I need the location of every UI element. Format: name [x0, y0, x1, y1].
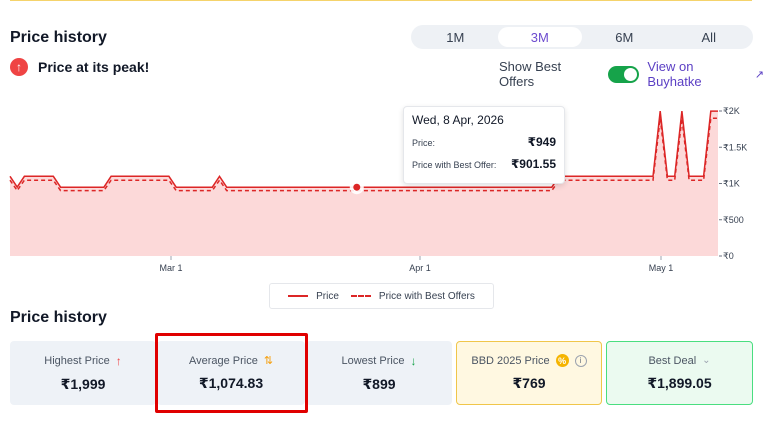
average-price-value: ₹1,074.83 [198, 375, 264, 391]
range-1m-button[interactable]: 1M [413, 27, 498, 47]
legend-price-label: Price [316, 290, 339, 302]
best-offers-toggle[interactable] [607, 65, 640, 83]
y-tick-label: ₹500 [723, 215, 744, 225]
lowest-price-label-row: Lowest Price ↓ [342, 354, 417, 368]
toggle-knob [624, 67, 638, 81]
lowest-price-card: Lowest Price ↓ ₹899 [306, 341, 452, 405]
tooltip-price-value: ₹949 [527, 135, 556, 149]
range-selector: 1M 3M 6M All [411, 25, 753, 49]
price-series-line [9, 110, 718, 189]
highest-price-label-row: Highest Price ↑ [44, 354, 121, 368]
average-price-card: Average Price ⇅ ₹1,074.83 [157, 341, 305, 405]
peak-indicator: ↑ Price at its peak! [10, 58, 149, 76]
legend-item-price[interactable]: Price [288, 291, 339, 302]
tooltip-price-label: Price: [412, 138, 436, 148]
legend-item-best-offers[interactable]: Price with Best Offers [350, 290, 475, 302]
best-deal-value: ₹1,899.05 [647, 374, 712, 391]
y-tick-label: ₹1.5K [723, 142, 747, 152]
price-history-chart: ₹0 ₹500 ₹1K ₹1.5K ₹2K Mar 1 Apr 1 May 1 [9, 106, 747, 273]
best-deal-label-row: Best Deal ⌄ [648, 355, 710, 367]
average-price-label: Average Price [188, 354, 258, 367]
legend-dashed-line-swatch [350, 295, 371, 297]
view-on-buyhatke-link[interactable]: View on Buyhatke ↗ [647, 59, 764, 89]
highest-price-card: Highest Price ↑ ₹1,999 [10, 341, 156, 405]
lowest-price-value: ₹899 [362, 375, 396, 392]
bbd-price-label: BBD 2025 Price [471, 354, 550, 367]
highest-price-value: ₹1,999 [60, 375, 106, 392]
show-best-offers-label: Show Best Offers [499, 59, 562, 89]
highest-price-label: Highest Price [44, 354, 110, 367]
section-title: Price history [10, 309, 107, 326]
price-area-fill [10, 111, 718, 256]
chevron-down-icon[interactable]: ⌄ [702, 355, 710, 366]
range-6m-button[interactable]: 6M [582, 27, 667, 47]
arrow-down-icon: ↓ [410, 353, 417, 368]
x-tick-label: May 1 [649, 263, 674, 273]
arrow-up-icon: ↑ [115, 353, 122, 368]
page-title: Price history [10, 29, 107, 46]
x-tick-label: Mar 1 [159, 263, 182, 273]
best-deal-card[interactable]: Best Deal ⌄ ₹1,899.05 [606, 341, 753, 405]
range-3m-button[interactable]: 3M [497, 27, 582, 47]
hover-marker-dot [353, 183, 361, 191]
best-deal-label: Best Deal [648, 354, 697, 367]
up-down-arrows-icon: ⇅ [263, 355, 274, 367]
tooltip-price-row: Price: ₹949 [412, 135, 556, 149]
tooltip-offer-row: Price with Best Offer: ₹901.55 [412, 157, 556, 171]
external-link-icon: ↗ [754, 68, 764, 81]
x-tick-label: Apr 1 [409, 263, 431, 273]
lowest-price-label: Lowest Price [341, 354, 405, 367]
tooltip-date: Wed, 8 Apr, 2026 [412, 113, 504, 127]
tooltip-offer-value: ₹901.55 [510, 157, 556, 171]
chart-tooltip: Wed, 8 Apr, 2026 Price: ₹949 Price with … [403, 106, 565, 184]
best-offer-series-line [9, 117, 718, 192]
top-divider [10, 0, 752, 1]
y-tick-label: ₹1K [723, 179, 740, 189]
chart-legend: Price Price with Best Offers [269, 283, 494, 309]
bbd-price-label-row: BBD 2025 Price % i [471, 354, 587, 367]
offers-controls: Show Best Offers View on Buyhatke ↗ [499, 59, 764, 89]
bbd-price-card: BBD 2025 Price % i ₹769 [456, 341, 602, 405]
legend-solid-line-swatch [288, 295, 309, 297]
buyhatke-link-label: View on Buyhatke [647, 59, 702, 89]
y-tick-label: ₹2K [723, 106, 740, 116]
average-price-label-row: Average Price ⇅ [188, 354, 274, 368]
discount-badge-icon: % [555, 354, 569, 367]
peak-message: Price at its peak! [38, 59, 150, 75]
bbd-price-value: ₹769 [512, 375, 546, 391]
range-all-button[interactable]: All [667, 27, 752, 47]
tooltip-offer-label: Price with Best Offer: [412, 160, 497, 170]
y-tick-label: ₹0 [723, 251, 734, 261]
legend-offer-label: Price with Best Offers [378, 290, 475, 302]
arrow-up-icon: ↑ [10, 58, 28, 76]
info-icon[interactable]: i [574, 354, 587, 367]
